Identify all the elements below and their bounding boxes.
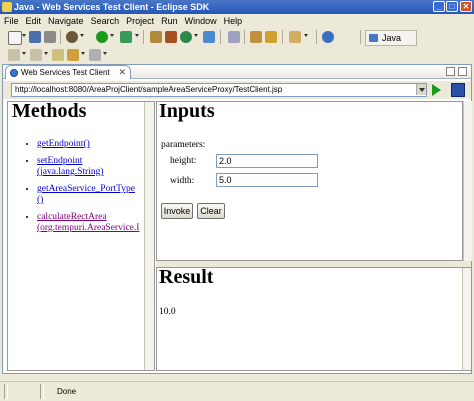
back-icon[interactable] [67, 49, 79, 61]
print-icon[interactable] [44, 31, 56, 43]
method-link-text: calculateRectArea [37, 212, 107, 222]
method-link-text: (java.lang.String) [37, 167, 104, 177]
menu-edit[interactable]: Edit [23, 14, 45, 28]
method-link-get-endpoint[interactable]: getEndpoint() [37, 139, 90, 149]
new-class-dropdown-icon[interactable] [194, 34, 198, 37]
next-annotation-dropdown-icon[interactable] [22, 52, 26, 55]
width-input[interactable]: 5.0 [216, 173, 318, 187]
methods-scrollbar[interactable] [144, 102, 154, 370]
width-label: width: [170, 176, 195, 186]
previous-annotation-dropdown-icon[interactable] [44, 52, 48, 55]
next-annotation-icon[interactable] [8, 49, 20, 61]
debug-icon[interactable] [66, 31, 78, 43]
list-item: calculateRectArea(org.tempuri.AreaServic… [37, 212, 139, 234]
status-bar: Done [0, 381, 474, 401]
clear-button[interactable]: Clear [197, 203, 225, 219]
menu-search[interactable]: Search [88, 14, 123, 28]
web-browser-icon [451, 83, 465, 97]
web-browser-editor: Web Services Test Client ✕ http://localh… [2, 64, 472, 374]
list-item: getEndpoint() [37, 139, 139, 150]
external-tools-icon[interactable] [120, 31, 132, 43]
close-tab-icon[interactable]: ✕ [118, 66, 126, 79]
new-dropdown-icon[interactable] [22, 34, 26, 37]
url-bar: http://localhost:8080/AreaProjClient/sam… [3, 81, 471, 99]
eclipse-app-icon [2, 2, 12, 12]
editor-tab-bar: Web Services Test Client ✕ [3, 65, 471, 79]
status-divider [4, 384, 8, 399]
java-perspective-label: Java [382, 33, 402, 43]
close-window-button[interactable]: ✕ [460, 1, 472, 12]
minimize-window-button[interactable]: _ [433, 1, 445, 12]
web-browser-icon[interactable] [322, 31, 334, 43]
result-heading: Result [159, 266, 214, 288]
menu-navigate[interactable]: Navigate [45, 14, 87, 28]
method-link-get-area-service-port-type[interactable]: getAreaService_PortType() [37, 184, 135, 205]
search-icon[interactable] [250, 31, 262, 43]
method-link-text: (org.tempuri.AreaService.I [37, 223, 140, 233]
result-scrollbar[interactable] [462, 268, 471, 370]
menu-file[interactable]: File [1, 14, 22, 28]
inputs-heading: Inputs [159, 100, 215, 122]
window-title: Java - Web Services Test Client - Eclips… [14, 2, 210, 12]
inputs-scrollbar[interactable] [463, 101, 472, 261]
status-divider [40, 384, 44, 399]
new-package-icon[interactable] [165, 31, 177, 43]
invoke-button[interactable]: Invoke [161, 203, 193, 219]
new-icon[interactable] [8, 31, 22, 45]
open-folder-icon[interactable] [289, 31, 301, 43]
methods-list: getEndpoint() setEndpoint(java.lang.Stri… [20, 139, 139, 240]
tab-web-services-test-client[interactable]: Web Services Test Client ✕ [5, 65, 131, 79]
methods-heading: Methods [12, 101, 87, 122]
url-history-dropdown-icon[interactable] [416, 84, 426, 95]
url-input[interactable]: http://localhost:8080/AreaProjClient/sam… [11, 83, 427, 97]
height-input[interactable]: 2.0 [216, 154, 318, 168]
menu-window[interactable]: Window [182, 14, 220, 28]
java-perspective-button[interactable]: Java [365, 30, 417, 46]
back-dropdown-icon[interactable] [81, 52, 85, 55]
method-link-text: getAreaService_PortType [37, 184, 135, 194]
minimize-editor-button[interactable] [446, 67, 455, 76]
parameters-label: parameters: [161, 140, 206, 150]
menu-bar: File Edit Navigate Search Project Run Window He… [0, 14, 474, 28]
height-label: height: [170, 156, 197, 166]
open-type-icon[interactable] [203, 31, 215, 43]
open-folder-dropdown-icon[interactable] [304, 34, 308, 37]
menu-project[interactable]: Project [123, 14, 157, 28]
menu-run[interactable]: Run [158, 14, 181, 28]
run-dropdown-icon[interactable] [110, 34, 114, 37]
inputs-frame: Inputs parameters: height: 2.0 width: 5.… [156, 100, 463, 261]
tab-label: Web Services Test Client [21, 68, 110, 77]
maximize-editor-button[interactable] [458, 67, 467, 76]
last-edit-location-icon[interactable] [52, 49, 64, 61]
external-tools-dropdown-icon[interactable] [135, 34, 139, 37]
globe-icon [10, 69, 18, 77]
toggle-mark-icon[interactable] [265, 31, 277, 43]
maximize-window-button[interactable]: □ [446, 1, 458, 12]
java-perspective-icon [369, 34, 378, 42]
go-icon[interactable] [432, 84, 441, 96]
status-text: Done [57, 387, 77, 396]
menu-help[interactable]: Help [221, 14, 246, 28]
run-icon[interactable] [96, 31, 108, 43]
forward-dropdown-icon[interactable] [103, 52, 107, 55]
save-icon[interactable] [29, 31, 41, 43]
new-class-icon[interactable] [180, 31, 192, 43]
new-java-project-icon[interactable] [150, 31, 162, 43]
list-item: getAreaService_PortType() [37, 184, 139, 206]
previous-annotation-icon[interactable] [30, 49, 42, 61]
method-link-calculate-rect-area[interactable]: calculateRectArea (org.tempuri.AreaServic… [37, 212, 139, 233]
window-title-bar: Java - Web Services Test Client - Eclips… [0, 0, 474, 14]
debug-dropdown-icon[interactable] [80, 34, 84, 37]
methods-frame: Methods getEndpoint() setEndpoint(java.l… [7, 101, 155, 371]
method-link-set-endpoint[interactable]: setEndpoint (java.lang.String) [37, 156, 103, 177]
secondary-toolbar [0, 46, 474, 64]
result-frame: Result 10.0 [156, 266, 471, 371]
method-link-text: () [37, 195, 44, 205]
open-file-icon[interactable] [228, 31, 240, 43]
list-item: setEndpoint(java.lang.String) [37, 156, 139, 178]
forward-icon[interactable] [89, 49, 101, 61]
method-link-text: setEndpoint [37, 156, 83, 166]
result-value: 10.0 [159, 307, 176, 317]
